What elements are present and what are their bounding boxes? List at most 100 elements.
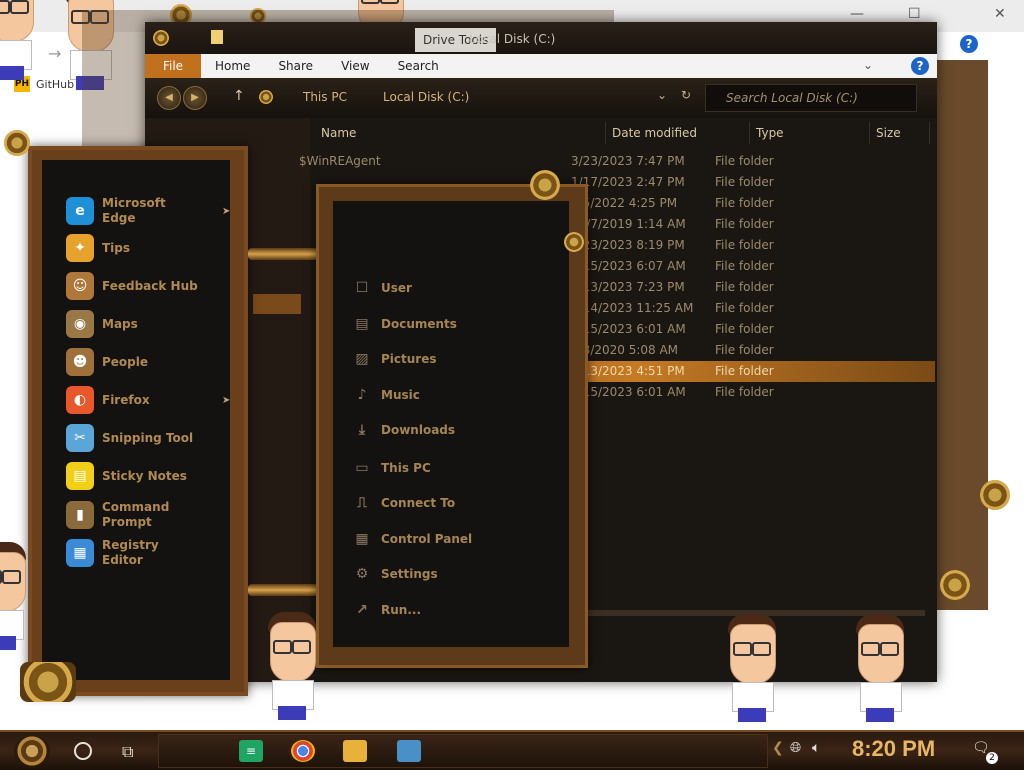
close-icon[interactable]: ✕	[994, 6, 1006, 22]
chevron-down-icon[interactable]: ⌄	[657, 88, 667, 102]
app-label: Registry Editor	[102, 538, 159, 567]
help-icon[interactable]: ?	[960, 35, 978, 53]
start-app-sticky-notes[interactable]: ▤ Sticky Notes	[66, 462, 202, 490]
document-icon: ▤	[355, 315, 369, 332]
explorer-titlebar: Drive Tools Local Disk (C:)	[145, 22, 937, 54]
pipe-decoration	[248, 248, 322, 260]
edge-icon: e	[66, 197, 94, 225]
start-app-firefox[interactable]: ◐ Firefox ➤	[66, 386, 230, 414]
gear-icon: ⚙	[355, 566, 369, 582]
sticky-note-icon: ▤	[66, 462, 94, 490]
file-date: 3/23/2023 7:47 PM	[571, 154, 685, 168]
up-arrow-icon[interactable]: ↑	[233, 88, 245, 104]
breadcrumb-this-pc[interactable]: This PC	[303, 90, 347, 104]
refresh-icon[interactable]: ↻	[681, 88, 691, 102]
file-row[interactable]: $WinREAgent 3/23/2023 7:47 PM File folder	[299, 151, 935, 172]
place-music[interactable]: ♪ Music	[353, 386, 420, 404]
folder-icon[interactable]	[343, 740, 367, 762]
start-app-registry-editor[interactable]: ▦ Registry Editor	[66, 538, 202, 568]
people-icon: ☻	[66, 348, 94, 376]
notification-count-badge: 2	[986, 752, 998, 764]
place-documents[interactable]: ▤ Documents	[353, 315, 457, 333]
place-settings[interactable]: ⚙ Settings	[353, 565, 438, 583]
task-view-icon[interactable]: ⧉	[122, 742, 133, 762]
forward-button[interactable]: ▶	[183, 86, 207, 110]
back-button[interactable]: ◀	[157, 86, 181, 110]
place-run[interactable]: ↗ Run...	[353, 601, 421, 619]
file-type: File folder	[715, 322, 774, 336]
music-icon: ♪	[357, 386, 367, 403]
app-label: Command Prompt	[102, 500, 170, 529]
help-icon[interactable]: ?	[911, 57, 929, 75]
minimize-icon[interactable]: —	[850, 6, 864, 22]
chevron-down-icon[interactable]: ⌄	[863, 58, 873, 72]
column-type[interactable]: Type	[750, 122, 870, 144]
place-downloads[interactable]: ⤓ Downloads	[353, 421, 455, 439]
scissors-icon: ✂	[66, 424, 94, 452]
app-label: Feedback Hub	[102, 278, 198, 293]
app-label: Sticky Notes	[102, 468, 187, 483]
column-size[interactable]: Size	[870, 122, 930, 144]
place-label: Settings	[381, 567, 438, 581]
column-date-modified[interactable]: Date modified	[606, 122, 750, 144]
tab-share[interactable]: Share	[264, 54, 327, 78]
notification-center-icon[interactable]: 🗨︎ 2	[972, 740, 998, 764]
steam-engine-decoration	[20, 662, 76, 702]
column-name[interactable]: Name	[315, 122, 606, 144]
file-type: File folder	[715, 385, 774, 399]
file-type: File folder	[715, 301, 774, 315]
start-menu-apps-panel: e Microsoft Edge ➤ ✦ Tips ☺ Feedback Hub ◉ Maps ☻…	[28, 146, 248, 696]
ribbon-tabs: File Home Share View Search ⌄ ?	[145, 54, 937, 79]
place-user[interactable]: ☐ User	[353, 279, 412, 297]
network-globe-icon[interactable]: 🌐︎	[790, 740, 801, 756]
start-app-snipping-tool[interactable]: ✂ Snipping Tool	[66, 424, 202, 452]
place-this-pc[interactable]: ▭ This PC	[353, 459, 430, 477]
tab-view[interactable]: View	[327, 54, 383, 78]
pipe-decoration	[248, 584, 322, 596]
control-panel-icon: ▦	[355, 530, 369, 547]
place-label: Run...	[381, 602, 422, 617]
app-label: Firefox	[102, 392, 150, 407]
run-icon: ↗	[356, 601, 368, 618]
sheets-icon[interactable]: ≡	[239, 740, 263, 762]
place-label: Control Panel	[381, 531, 473, 546]
start-menu-places-list: ☐ User ▤ Documents ▨ Pictures ♪ Music ⤓ Downloads…	[333, 201, 569, 647]
tab-home[interactable]: Home	[201, 54, 264, 78]
tab-file[interactable]: File	[145, 54, 201, 78]
place-pictures[interactable]: ▨ Pictures	[353, 350, 436, 368]
volume-muted-icon[interactable]: 🔈︎	[812, 740, 820, 756]
start-button[interactable]	[14, 735, 50, 767]
start-app-maps[interactable]: ◉ Maps	[66, 310, 202, 338]
place-label: Music	[381, 387, 420, 402]
character-decoration	[722, 612, 782, 722]
start-app-feedback-hub[interactable]: ☺ Feedback Hub	[66, 272, 202, 300]
start-app-command-prompt[interactable]: ▮ Command Prompt	[66, 500, 202, 530]
character-decoration	[850, 612, 910, 722]
app-label: Snipping Tool	[102, 430, 194, 445]
gear-icon	[530, 170, 560, 200]
file-type: File folder	[715, 259, 774, 273]
photos-icon[interactable]	[397, 740, 421, 762]
start-app-tips[interactable]: ✦ Tips	[66, 234, 202, 262]
lightbulb-icon: ✦	[66, 234, 94, 262]
tab-search[interactable]: Search	[384, 54, 453, 78]
place-connect-to[interactable]: ⎍ Connect To	[353, 494, 455, 512]
nav-pane-selected-item[interactable]	[253, 294, 301, 314]
maximize-icon[interactable]: ☐	[908, 6, 921, 22]
place-label: Downloads	[381, 423, 456, 437]
search-input[interactable]: Search Local Disk (C:)	[705, 84, 917, 112]
terminal-icon: ▮	[66, 501, 94, 529]
file-date: 3/23/2023 8:19 PM	[571, 238, 685, 252]
start-app-microsoft-edge[interactable]: e Microsoft Edge ➤	[66, 196, 230, 226]
map-pin-icon: ◉	[66, 310, 94, 338]
clock[interactable]: 8:20 PM	[852, 736, 935, 762]
registry-icon: ▦	[66, 539, 94, 567]
chrome-icon[interactable]	[291, 740, 315, 762]
show-hidden-icons-icon[interactable]: ❮	[772, 740, 784, 756]
place-control-panel[interactable]: ▦ Control Panel	[353, 530, 472, 548]
quick-access-folder-icon[interactable]	[211, 30, 223, 44]
start-app-people[interactable]: ☻ People	[66, 348, 202, 376]
network-icon: ⎍	[357, 495, 367, 511]
cortana-icon[interactable]	[74, 742, 92, 760]
breadcrumb-local-disk[interactable]: Local Disk (C:)	[383, 90, 469, 104]
